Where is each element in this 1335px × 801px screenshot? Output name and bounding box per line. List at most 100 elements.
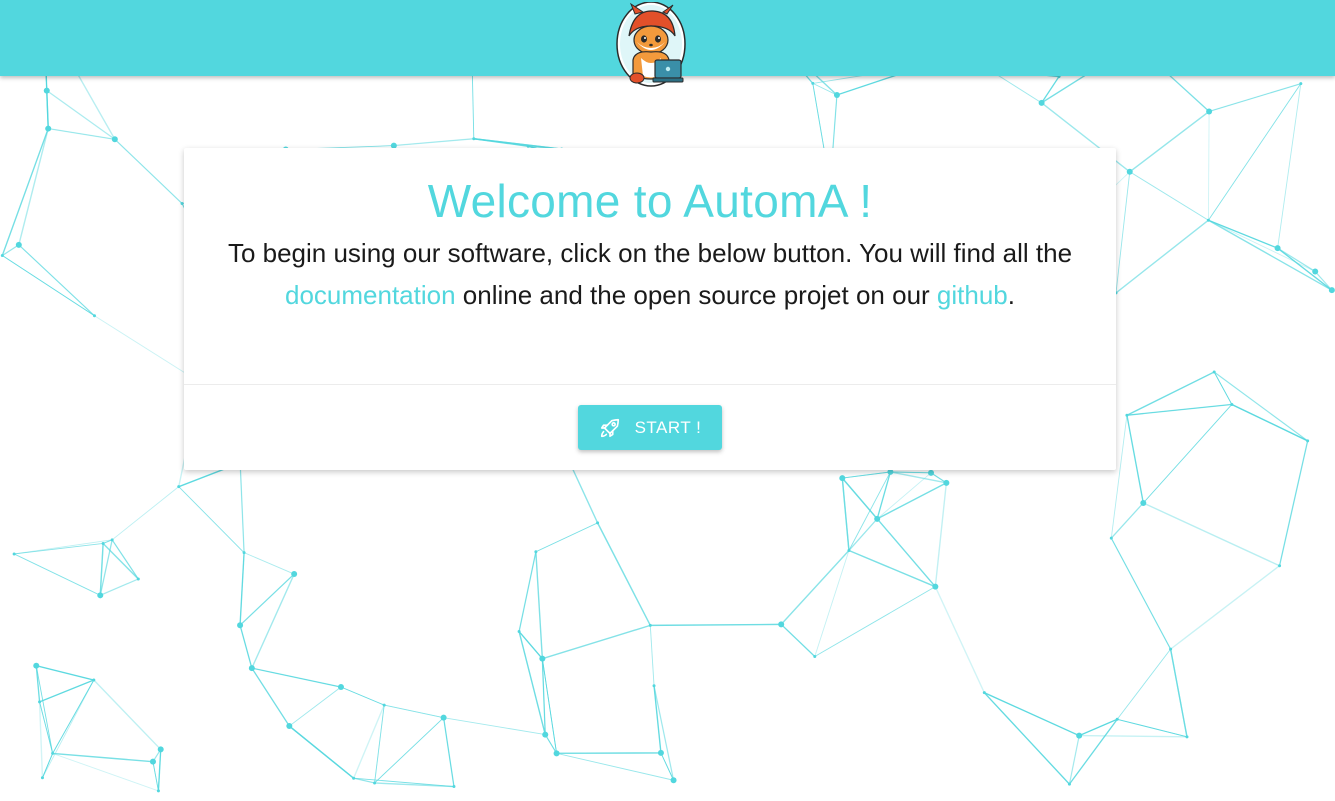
- network-line: [102, 542, 139, 580]
- network-line: [251, 667, 290, 727]
- network-line: [52, 752, 154, 763]
- network-line: [1115, 171, 1131, 293]
- network-node: [596, 521, 600, 525]
- network-line: [35, 665, 54, 754]
- network-line: [289, 686, 342, 727]
- network-line: [1079, 734, 1187, 738]
- network-node: [1115, 717, 1119, 721]
- network-line: [114, 138, 183, 204]
- description-text-1: To begin using our software, click on th…: [227, 238, 1073, 268]
- network-node: [337, 684, 344, 691]
- network-line: [93, 679, 162, 750]
- documentation-link[interactable]: documentation: [285, 280, 456, 310]
- network-line: [1, 128, 49, 256]
- network-line: [340, 686, 385, 706]
- network-line: [535, 551, 544, 659]
- network-line: [178, 486, 245, 553]
- network-line: [13, 553, 101, 596]
- network-node: [553, 750, 560, 757]
- network-node: [12, 552, 16, 556]
- network-line: [1143, 502, 1280, 567]
- network-line: [42, 679, 95, 778]
- network-line: [1129, 171, 1209, 221]
- network-line: [1277, 247, 1333, 291]
- description-text-3: .: [1007, 280, 1015, 310]
- network-line: [812, 82, 838, 96]
- network-line: [443, 717, 546, 736]
- network-line: [542, 624, 651, 660]
- network-line: [876, 482, 947, 520]
- network-node: [833, 91, 840, 98]
- network-line: [934, 482, 948, 587]
- network-line: [1277, 247, 1316, 272]
- network-line: [934, 586, 985, 693]
- network-line: [46, 90, 116, 140]
- network-line: [814, 550, 850, 657]
- network-line: [1213, 371, 1309, 442]
- network-line: [1116, 648, 1171, 720]
- welcome-title: Welcome to AutomA !: [427, 175, 873, 227]
- network-line: [1115, 219, 1209, 294]
- network-line: [52, 752, 159, 792]
- network-node: [110, 538, 114, 542]
- network-line: [535, 522, 598, 553]
- network-line: [814, 586, 936, 657]
- network-node: [92, 678, 96, 682]
- network-line: [239, 462, 245, 553]
- start-button-label: START !: [634, 417, 702, 437]
- network-line: [983, 692, 1070, 785]
- network-line: [1110, 502, 1144, 539]
- github-link[interactable]: github: [937, 280, 1008, 310]
- network-line: [52, 679, 95, 754]
- network-line: [1207, 111, 1210, 221]
- network-line: [556, 752, 674, 781]
- network-line: [243, 552, 295, 575]
- network-node: [778, 621, 785, 628]
- network-line: [1277, 83, 1302, 249]
- network-line: [251, 667, 342, 688]
- card-divider: [184, 384, 1116, 385]
- network-line: [1170, 565, 1280, 650]
- network-line: [841, 478, 850, 551]
- start-button[interactable]: START !: [578, 405, 722, 450]
- network-line: [99, 578, 139, 596]
- network-line: [1314, 271, 1333, 291]
- network-line: [518, 551, 537, 632]
- network-line: [780, 624, 816, 657]
- network-line: [841, 477, 878, 520]
- network-line: [443, 717, 455, 787]
- network-line: [1169, 648, 1188, 737]
- network-line: [1208, 219, 1333, 291]
- network-line: [288, 725, 355, 779]
- network-line: [39, 679, 94, 703]
- network-line: [848, 471, 891, 551]
- fox-mascot-logo-icon[interactable]: [615, 1, 687, 88]
- network-line: [1129, 110, 1210, 173]
- network-line: [842, 471, 891, 479]
- network-node: [45, 125, 52, 132]
- network-line: [18, 244, 95, 317]
- network-node: [0, 254, 4, 258]
- network-line: [157, 749, 162, 791]
- description-text-2: online and the open source projet on our: [455, 280, 937, 310]
- network-node: [1312, 268, 1319, 275]
- network-line: [251, 573, 295, 669]
- network-line: [780, 550, 850, 625]
- network-line: [393, 138, 474, 147]
- network-line: [1110, 537, 1171, 650]
- network-line: [239, 573, 295, 626]
- network-line: [111, 539, 139, 580]
- network-line: [1041, 76, 1060, 104]
- network-line: [653, 685, 675, 781]
- network-line: [890, 471, 932, 474]
- network-line: [152, 761, 159, 791]
- network-line: [984, 692, 1080, 737]
- network-line: [36, 665, 94, 681]
- network-line: [653, 685, 662, 753]
- network-line: [35, 665, 41, 702]
- network-line: [650, 623, 782, 627]
- network-line: [876, 518, 936, 588]
- welcome-description: To begin using our software, click on th…: [224, 232, 1076, 316]
- rocket-icon: [599, 417, 621, 439]
- network-line: [239, 552, 245, 626]
